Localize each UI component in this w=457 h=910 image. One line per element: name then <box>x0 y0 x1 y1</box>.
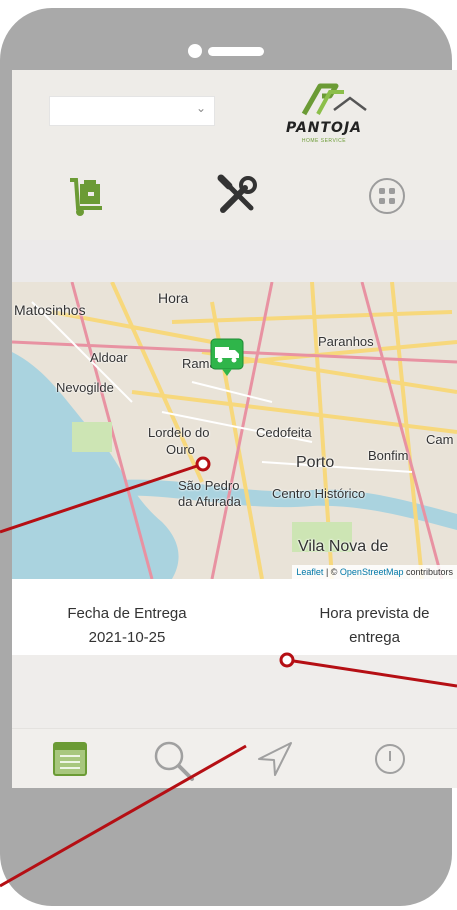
tools-icon[interactable] <box>215 174 259 218</box>
delivery-date-value: 2021-10-25 <box>88 629 166 646</box>
delivery-time-label-line2: entrega <box>349 629 400 646</box>
delivery-date-label: Fecha de Entrega <box>67 605 187 622</box>
map-label: Vila Nova de <box>298 538 389 555</box>
chevron-down-icon: ⌄ <box>195 101 206 115</box>
map-label: Bonfim <box>368 448 409 463</box>
logo-wordmark: PANTOJA <box>285 120 363 136</box>
attribution-tail: contributors <box>403 567 453 577</box>
location-select[interactable]: ⌄ <box>49 96 215 126</box>
map-label: Porto <box>296 454 335 471</box>
map-label: Hora <box>158 290 189 306</box>
bottom-tab-bar <box>12 728 457 788</box>
map-label: Matosinhos <box>14 302 86 318</box>
map-attribution: Leaflet | © OpenStreetMap contributors <box>292 565 457 579</box>
delivery-time-label: Hora prevista de <box>319 605 430 622</box>
apps-icon[interactable] <box>365 174 409 218</box>
navigation-icon[interactable] <box>255 739 295 779</box>
map-label: Paranhos <box>318 334 374 349</box>
map-label: Lordelo do <box>148 425 210 440</box>
hand-truck-boxes-icon[interactable] <box>64 174 108 218</box>
map-label: São Pedro <box>178 478 240 493</box>
camera-dot <box>188 44 202 58</box>
app-screen: ⌄ PANTOJA HOME SERVICE Matosinhos Hora P… <box>12 70 457 788</box>
truck-marker-icon[interactable] <box>210 338 244 383</box>
logo-tagline: HOME SERVICE <box>301 138 347 144</box>
delivery-info: Fecha de Entrega 2021-10-25 Hora previst… <box>12 579 457 655</box>
map-label: Aldoar <box>90 350 128 365</box>
details-panel <box>12 655 457 728</box>
map-label: Ouro <box>166 442 195 457</box>
app-header: ⌄ PANTOJA HOME SERVICE <box>12 70 457 240</box>
map-label: Cam <box>426 432 454 447</box>
map-label: Nevogilde <box>56 380 114 395</box>
pantoja-logo: PANTOJA HOME SERVICE <box>274 80 374 150</box>
speaker-bar <box>208 47 264 56</box>
attribution-separator: | © <box>323 567 340 577</box>
osm-link[interactable]: OpenStreetMap <box>340 567 404 577</box>
search-icon[interactable] <box>152 739 194 781</box>
info-icon[interactable] <box>370 739 410 779</box>
leaflet-link[interactable]: Leaflet <box>296 567 323 577</box>
map-tiles <box>12 282 457 579</box>
map-label: da Afurada <box>178 494 241 509</box>
list-icon[interactable] <box>50 739 90 779</box>
spacer-band <box>12 240 457 282</box>
delivery-map[interactable]: Matosinhos Hora Paranhos Aldoar Ramalde … <box>12 282 457 579</box>
logo-mark-icon <box>301 83 367 116</box>
map-label: Centro Histórico <box>272 486 366 501</box>
map-label: Cedofeita <box>256 425 312 440</box>
